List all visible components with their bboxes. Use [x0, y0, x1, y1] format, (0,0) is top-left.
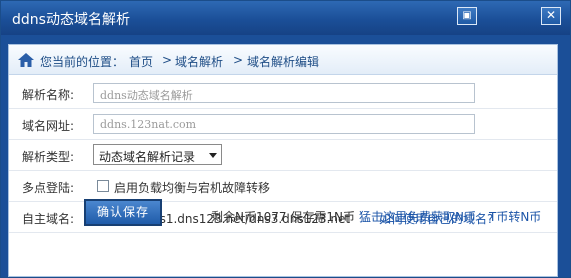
load-balance-checkbox[interactable] — [97, 180, 109, 192]
breadcrumb-separator: > — [162, 53, 173, 67]
type-label: 解析类型: — [22, 150, 75, 164]
form-row-multi: 多点登陆: 启用负载均衡与宕机故障转移 — [9, 171, 557, 202]
breadcrumb-separator: > — [233, 53, 244, 67]
multi-label: 多点登陆: — [22, 181, 75, 195]
breadcrumb: 您当前的位置： 首页 > 域名解析 > 域名解析编辑 — [9, 45, 557, 75]
load-balance-label[interactable]: 启用负载均衡与宕机故障转移 — [114, 179, 270, 196]
url-input[interactable]: ddns.123nat.com — [93, 114, 475, 134]
breadcrumb-prefix: 您当前的位置： — [40, 55, 125, 69]
breadcrumb-home[interactable]: 首页 — [129, 53, 153, 70]
form-row-type: 解析类型: 动态域名解析记录 — [9, 140, 557, 171]
name-input[interactable]: ddns动态域名解析 — [93, 83, 475, 103]
name-label: 解析名称: — [22, 88, 75, 102]
side-frame — [558, 44, 570, 277]
form-row-url: 域名网址: ddns.123nat.com — [9, 109, 557, 140]
title-bar[interactable]: ddns动态域名解析 ▣ ✕ — [1, 1, 570, 35]
url-label: 域名网址: — [22, 119, 75, 133]
balance-text: 剩余N币1077 保存需1N币 — [211, 210, 355, 224]
chevron-down-icon — [209, 153, 217, 158]
type-select[interactable]: 动态域名解析记录 — [93, 144, 222, 165]
own-domain-label: 自主域名: — [22, 212, 75, 226]
save-button[interactable]: 确认保存 — [84, 199, 162, 226]
window-title: ddns动态域名解析 — [12, 12, 130, 28]
breadcrumb-domain-parse[interactable]: 域名解析 — [175, 53, 223, 70]
app-window: ddns动态域名解析 ▣ ✕ 您当前的位置： 首页 > 域名解析 > 域名解析编… — [0, 0, 571, 278]
form-panel: 您当前的位置： 首页 > 域名解析 > 域名解析编辑 解析名称: ddns动态域… — [8, 44, 558, 277]
close-button[interactable]: ✕ — [541, 7, 561, 25]
convert-coins-link[interactable]: T币转N币 — [489, 208, 541, 225]
home-icon — [18, 53, 34, 67]
restore-button[interactable]: ▣ — [457, 7, 477, 25]
breadcrumb-current: 域名解析编辑 — [247, 55, 320, 69]
type-select-value: 动态域名解析记录 — [99, 150, 196, 164]
form-row-name: 解析名称: ddns动态域名解析 — [9, 78, 557, 109]
free-n-coins-link[interactable]: 猛击这里免费获取N币 — [359, 208, 476, 225]
